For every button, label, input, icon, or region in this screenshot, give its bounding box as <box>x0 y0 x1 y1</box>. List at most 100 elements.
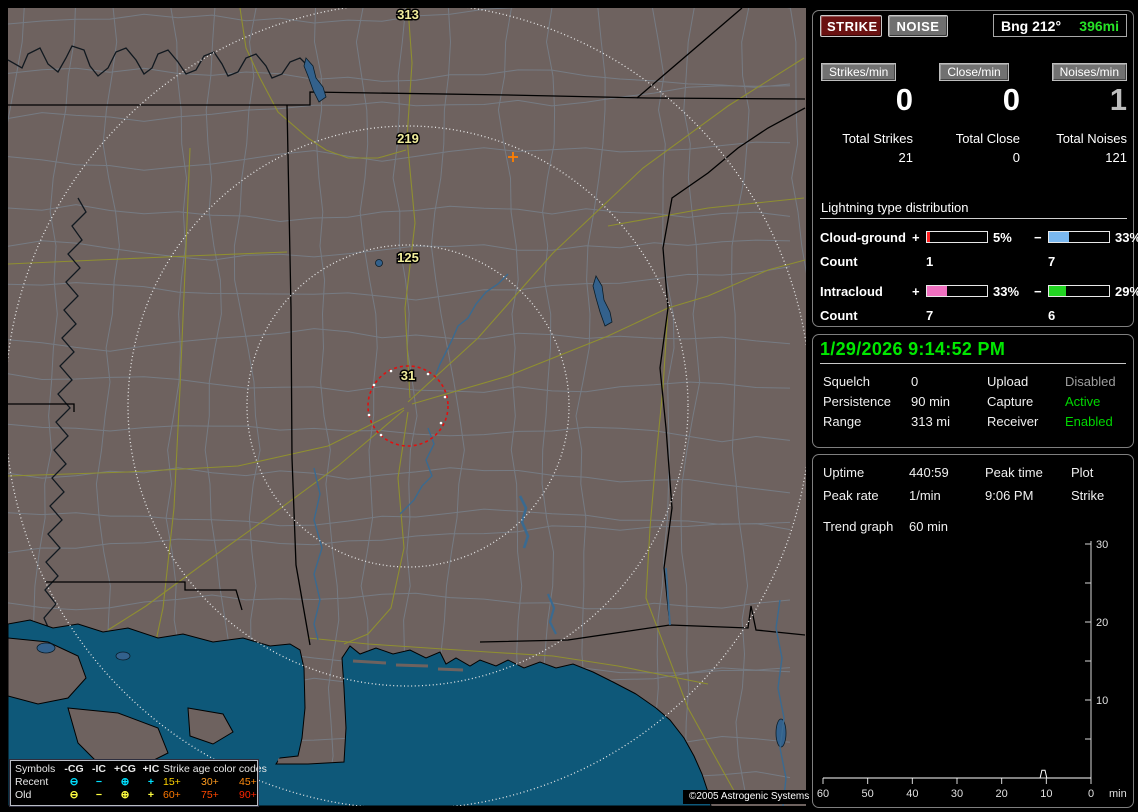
total-strikes-label: Total Strikes <box>842 131 913 146</box>
close-per-min-chip: Close/min <box>939 63 1009 81</box>
pos-cg-recent-icon: ⊕ <box>120 776 130 788</box>
age-badge-45: 45+ <box>239 776 257 788</box>
svg-text:40: 40 <box>906 788 918 800</box>
nexstorm-window: { "map": { "ring_labels": ["313", "219",… <box>0 0 1138 812</box>
total-strikes-value: 21 <box>898 150 913 165</box>
cg-plus-count: 1 <box>926 253 934 269</box>
plot-value: Strike <box>1071 488 1105 503</box>
peak-rate-value: 1/min <box>909 488 941 503</box>
uptime-value: 440:59 <box>909 465 949 480</box>
peak-rate-label: Peak rate <box>823 488 879 503</box>
ic-plus-fill <box>927 286 947 296</box>
range-value: 313 mi <box>911 413 951 429</box>
ring-label-125: 125 <box>397 250 419 265</box>
noises-per-min-value: 1 <box>1109 82 1127 117</box>
map-canvas[interactable]: 313 219 125 31 Symbols -CG -IC +CG +IC S… <box>8 8 816 807</box>
status-row: Persistence 90 min Capture Active <box>813 391 1133 411</box>
neg-cg-recent-icon: ⊖ <box>69 776 79 788</box>
cg-minus-bar <box>1048 231 1110 243</box>
uptime-label: Uptime <box>823 465 865 480</box>
lightning-distribution: Lightning type distribution Cloud-ground… <box>820 200 1138 328</box>
peak-rate-row: Peak rate 1/min 9:06 PM Strike <box>813 484 1133 507</box>
pos-ic-old-icon: + <box>147 789 155 801</box>
age-badge-75: 75+ <box>201 789 219 801</box>
legend-col-neg-ic: -IC <box>92 763 106 775</box>
intracloud-count-row: Count 7 6 <box>820 302 1127 328</box>
ic-plus-pct: 33% <box>993 283 1020 299</box>
legend-title: Symbols <box>15 763 56 775</box>
legend-row-recent-label: Recent <box>15 776 49 788</box>
uptime-row: Uptime 440:59 Peak time Plot <box>813 455 1133 484</box>
cg-minus-pct: 33% <box>1115 229 1138 245</box>
squelch-label: Squelch <box>823 373 870 389</box>
bearing-readout: Bng 212° 396mi <box>993 14 1127 37</box>
neg-ic-recent-icon: − <box>95 776 103 788</box>
strike-rate-series <box>823 769 1091 779</box>
strike-stats-panel: STRIKE NOISE Bng 212° 396mi Strikes/min … <box>812 10 1138 328</box>
ring-label-31: 31 <box>401 368 415 383</box>
svg-text:0: 0 <box>1088 788 1094 800</box>
plot-label: Plot <box>1071 465 1094 480</box>
capture-label: Capture <box>987 393 1034 409</box>
strikes-per-min-chip: Strikes/min <box>821 63 897 81</box>
trend-graph-value: 60 min <box>909 519 949 534</box>
minus-sign: − <box>1034 283 1042 299</box>
ic-minus-count: 6 <box>1048 307 1056 323</box>
legend-row-old-label: Old <box>15 789 32 801</box>
range-label: Range <box>823 413 862 429</box>
ring-label-313: 313 <box>397 8 419 22</box>
status-row: Squelch 0 Upload Disabled <box>813 371 1133 391</box>
copyright-label: ©2005 Astrogenic Systems <box>683 790 816 804</box>
ic-plus-bar <box>926 285 988 297</box>
status-panel: 1/29/2026 9:14:52 PM Squelch 0 Upload Di… <box>812 334 1134 448</box>
noise-mode-button[interactable]: NOISE <box>888 15 948 37</box>
capture-value: Active <box>1065 393 1101 409</box>
svg-text:20: 20 <box>996 788 1008 800</box>
persistence-label: Persistence <box>823 393 891 409</box>
plus-sign: + <box>912 229 920 245</box>
bearing-label: Bng 212° <box>1001 17 1062 34</box>
total-noises-value: 121 <box>1105 150 1127 165</box>
receiver-value: Enabled <box>1065 413 1113 429</box>
total-noises-label: Total Noises <box>1056 131 1127 146</box>
minus-sign: − <box>1034 229 1042 245</box>
squelch-value: 0 <box>911 373 919 389</box>
count-label: Count <box>820 253 858 269</box>
age-badge-30: 30+ <box>201 776 219 788</box>
pos-cg-old-icon: ⊕ <box>120 789 130 801</box>
svg-text:30: 30 <box>951 788 963 800</box>
count-label: Count <box>820 307 858 323</box>
distribution-title: Lightning type distribution <box>820 200 1127 219</box>
receiver-label: Receiver <box>987 413 1039 429</box>
cg-minus-count: 7 <box>1048 253 1056 269</box>
ring-label-219: 219 <box>397 131 419 146</box>
upload-value: Disabled <box>1065 373 1116 389</box>
svg-text:min: min <box>1109 788 1127 800</box>
legend-col-neg-cg: -CG <box>64 763 84 775</box>
ic-minus-bar <box>1048 285 1110 297</box>
peak-time-value: 9:06 PM <box>985 488 1034 503</box>
svg-text:30: 30 <box>1096 539 1108 551</box>
ic-plus-count: 7 <box>926 307 934 323</box>
noises-per-min-chip: Noises/min <box>1051 63 1127 81</box>
divider <box>820 363 1126 364</box>
cloud-ground-row: Cloud-ground + 5% − 33% <box>820 226 1138 248</box>
intracloud-row: Intracloud + 33% − 29% <box>820 280 1138 302</box>
upload-label: Upload <box>987 373 1029 389</box>
strike-symbols-legend: Symbols -CG -IC +CG +IC Strike age color… <box>9 759 267 807</box>
neg-cg-old-icon: ⊖ <box>69 789 79 801</box>
cg-plus-pct: 5% <box>993 229 1012 245</box>
datetime-display: 1/29/2026 9:14:52 PM <box>820 339 1006 359</box>
persistence-value: 90 min <box>911 393 951 409</box>
svg-text:10: 10 <box>1096 695 1108 707</box>
status-row: Range 313 mi Receiver Enabled <box>813 411 1133 431</box>
strike-mode-button[interactable]: STRIKE <box>820 15 882 37</box>
age-badge-15: 15+ <box>163 776 181 788</box>
bearing-range: 396mi <box>1079 17 1119 34</box>
close-per-min-value: 0 <box>1002 82 1020 117</box>
svg-text:10: 10 <box>1040 788 1052 800</box>
svg-text:20: 20 <box>1096 617 1108 629</box>
cg-plus-fill <box>927 232 930 242</box>
cg-minus-fill <box>1049 232 1069 242</box>
intracloud-label: Intracloud <box>820 283 883 299</box>
